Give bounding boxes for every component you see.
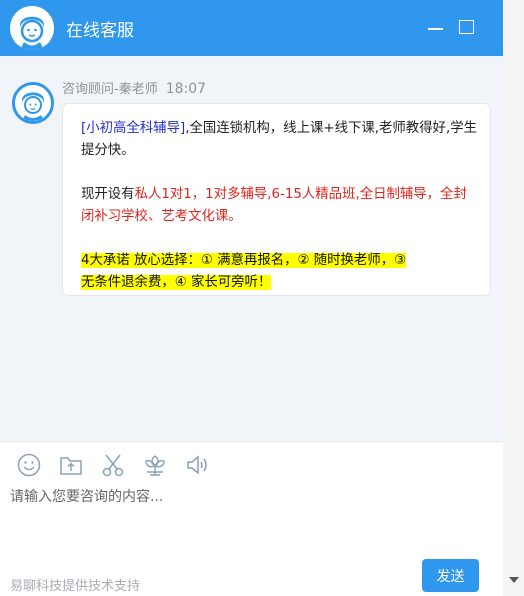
sender-name: 咨询顾问-秦老师 [62, 82, 158, 97]
promise-text-line-2: 无条件退余费，④ 家长可旁听！ [81, 275, 272, 290]
upload-file-icon[interactable] [59, 453, 85, 479]
course-list-text: 私人1对1，1对多辅导,6-15人精品班,全日制辅导，全封闭补习学校、艺考文化课… [81, 187, 467, 224]
scroll-down-icon[interactable] [509, 577, 519, 583]
agent-message-avatar-icon [12, 82, 54, 124]
chat-window: 在线客服 咨询顾问-秦老师 18:07 [小初高全科辅导],全国连锁机构，线上课+… [0, 0, 503, 596]
emoji-icon[interactable] [17, 453, 43, 479]
powered-by-note: 易聊科技提供技术支持 [10, 579, 141, 594]
volume-icon[interactable] [185, 453, 211, 479]
maximize-icon [459, 20, 474, 34]
maximize-button[interactable] [457, 17, 479, 39]
promise-text-line-1: 4大承诺 放心选择：① 满意再报名，② 随时换老师，③ [81, 253, 407, 268]
scissors-icon[interactable] [101, 453, 127, 479]
send-button[interactable]: 发送 [422, 559, 479, 592]
rate-flower-icon[interactable] [143, 453, 169, 479]
chat-message-area: 咨询顾问-秦老师 18:07 [小初高全科辅导],全国连锁机构，线上课+线下课,老… [0, 56, 503, 441]
message-time: 18:07 [165, 81, 207, 97]
message-paragraph-2: 现开设有私人1对1，1对多辅导,6-15人精品班,全日制辅导，全封闭补习学校、艺… [81, 184, 478, 228]
chat-header: 在线客服 [0, 0, 503, 56]
message-text-2: 现开设有 [81, 187, 135, 202]
message-bubble: [小初高全科辅导],全国连锁机构，线上课+线下课,老师教得好,学生提分快。 现开… [62, 103, 491, 296]
message-paragraph-1: [小初高全科辅导],全国连锁机构，线上课+线下课,老师教得好,学生提分快。 [81, 118, 478, 162]
minimize-button[interactable] [424, 17, 446, 39]
service-link[interactable]: [小初高全科辅导] [81, 121, 185, 136]
agent-avatar-icon [10, 6, 54, 50]
minimize-icon [428, 28, 443, 30]
page-scrollbar[interactable] [503, 0, 524, 596]
message-meta: 咨询顾问-秦老师 18:07 [62, 78, 206, 97]
chat-title: 在线客服 [66, 21, 134, 41]
input-toolbar [0, 441, 503, 479]
message-paragraph-3: 4大承诺 放心选择：① 满意再报名，② 随时换老师，③ 无条件退余费，④ 家长可旁… [81, 250, 478, 294]
message-input[interactable]: 请输入您要咨询的内容... [10, 486, 490, 506]
